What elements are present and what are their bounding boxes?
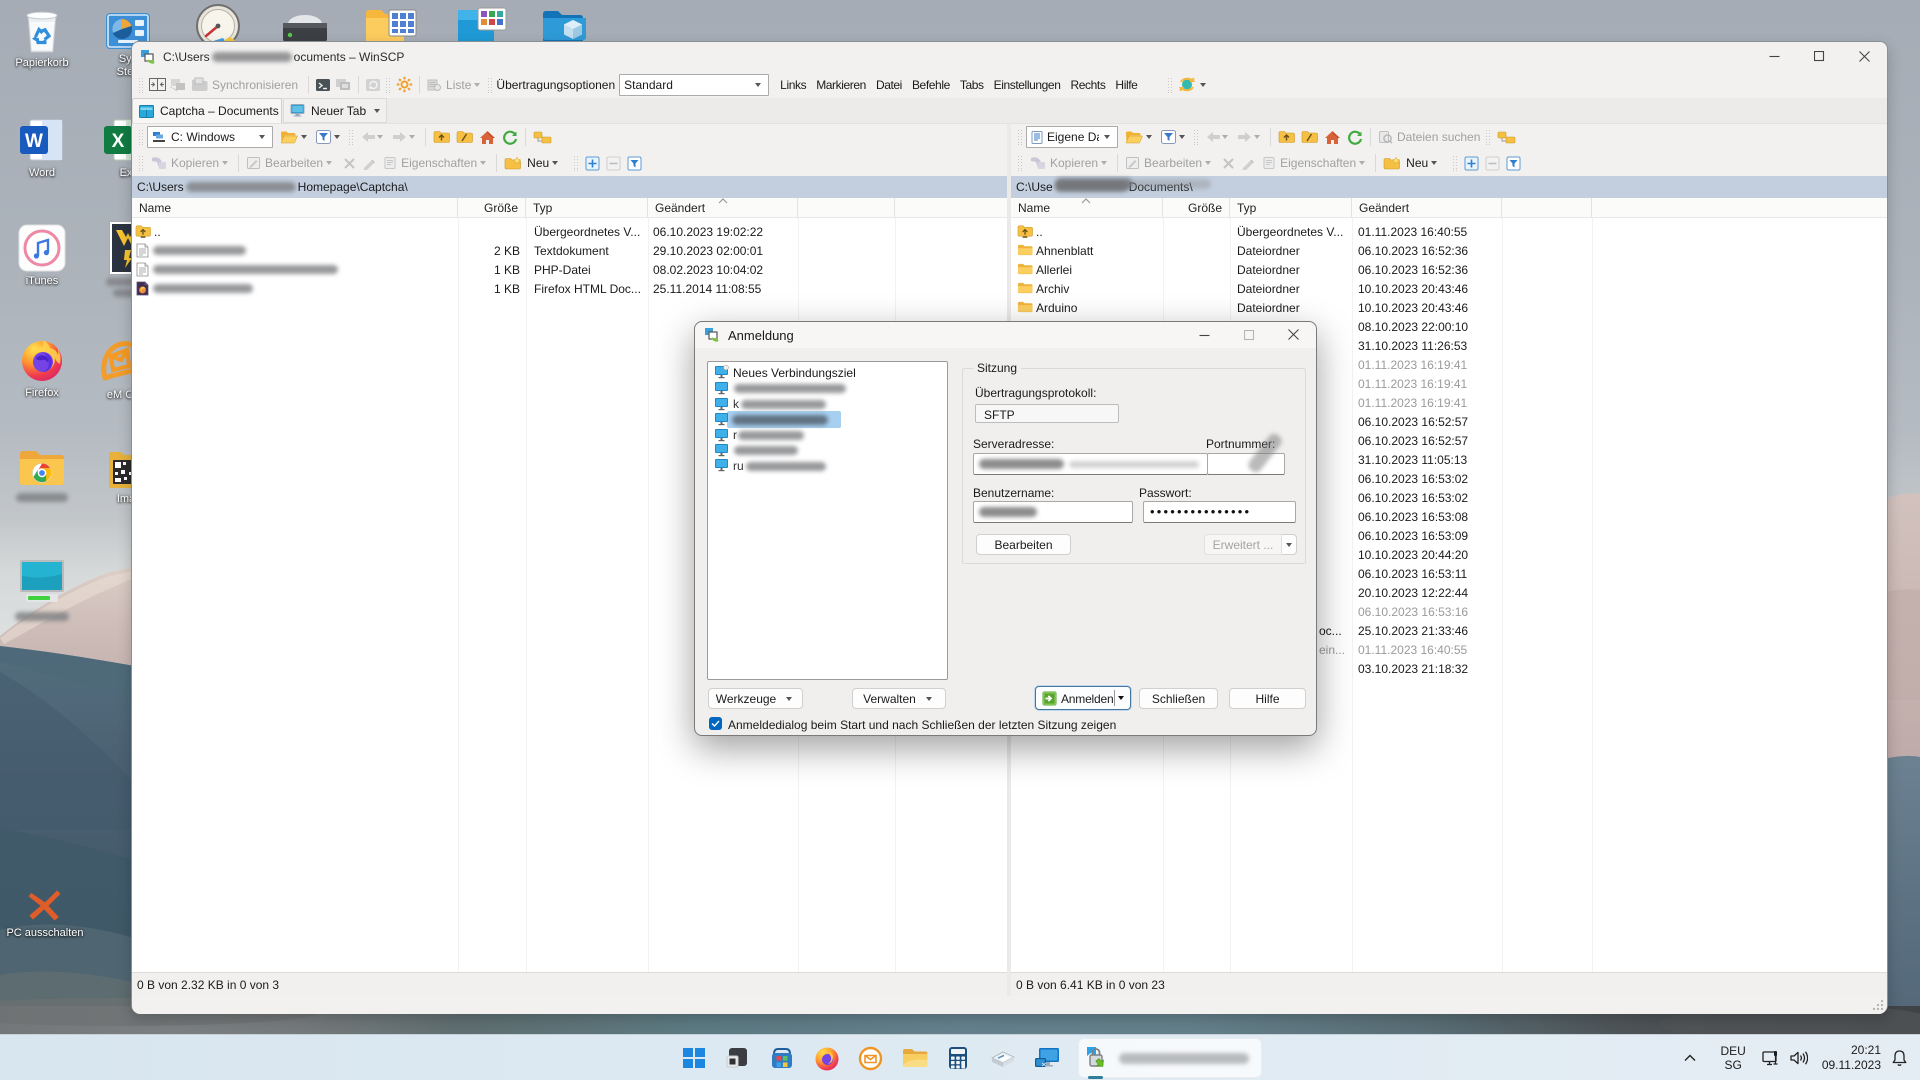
svg-text:W: W: [25, 131, 43, 152]
svg-text:X: X: [112, 131, 125, 152]
